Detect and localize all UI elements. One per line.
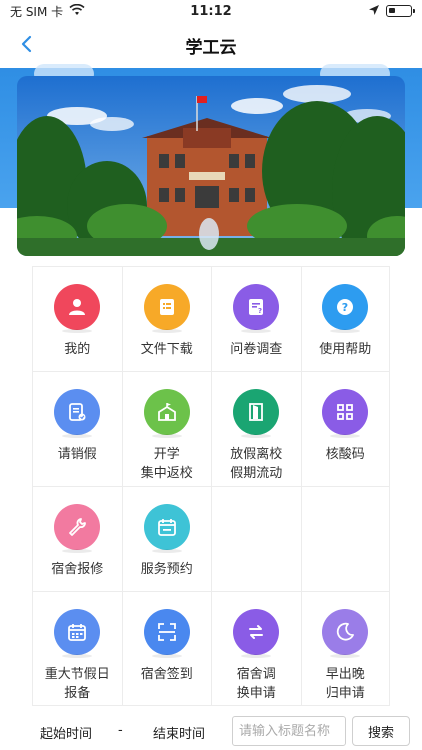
grid-item-label: 文件下载	[140, 342, 193, 357]
grid-item-label: 我的	[64, 342, 91, 357]
grid-item-label: 使用帮助	[319, 342, 372, 357]
grid-item[interactable]: 核酸码	[300, 372, 390, 486]
date-separator: -	[118, 723, 123, 738]
start-time-picker[interactable]: 起始时间	[40, 723, 92, 742]
grid-row: 我的 文件下载? 问卷调查? 使用帮助	[32, 266, 390, 371]
grid-item-label: 宿舍报修	[51, 562, 104, 577]
file-list-icon	[143, 284, 190, 333]
grid-item-label: 宿舍签到	[140, 667, 193, 682]
calendar-report-icon	[54, 609, 101, 658]
grid-item-label: 请销假	[57, 447, 97, 462]
grid-item-label: 问卷调查	[230, 342, 283, 357]
calendar-icon	[143, 504, 190, 553]
grid-row: 请销假 开学 集中返校 放假离校 假期流动 核酸码	[32, 371, 390, 486]
function-grid: 我的 文件下载? 问卷调查? 使用帮助 请销假 开学 集中返校 放假离校 假期流动 核酸码 宿舍…	[32, 266, 390, 706]
grid-item-label: 重大节假日 报备	[44, 667, 110, 701]
grid-row: 宿舍报修 服务预约	[32, 486, 390, 591]
grid-item[interactable]: 宿舍报修	[32, 487, 122, 591]
search-button[interactable]: 搜索	[352, 716, 410, 746]
scan-icon	[143, 609, 190, 658]
carrier-label: 无 SIM 卡	[10, 4, 64, 19]
grid-item-label: 早出晚 归申请	[325, 667, 365, 701]
campus-banner-image	[17, 76, 405, 256]
title-search-input[interactable]	[232, 716, 346, 746]
grid-item[interactable]: ? 问卷调查	[211, 267, 301, 371]
grid-item[interactable]: 请销假	[32, 372, 122, 486]
grid-item[interactable]: 文件下载	[121, 267, 212, 371]
page-title: 学工云	[185, 37, 237, 58]
grid-cell-empty	[300, 487, 390, 591]
leave-form-icon	[54, 389, 101, 438]
exit-door-icon	[233, 389, 280, 438]
grid-row: 重大节假日 报备 宿舍签到 宿舍调 换申请 早出晚 归申请	[32, 591, 390, 706]
svg-text:?: ?	[342, 301, 348, 314]
end-time-picker[interactable]: 结束时间	[153, 723, 205, 742]
school-icon	[143, 389, 190, 438]
battery-icon	[386, 5, 415, 17]
status-bar: 无 SIM 卡 11:12	[0, 0, 422, 22]
back-button[interactable]	[16, 32, 36, 56]
grid-item[interactable]: ? 使用帮助	[300, 267, 390, 371]
help-icon: ?	[322, 284, 369, 333]
status-time: 11:12	[190, 3, 232, 19]
grid-item-label: 开学 集中返校	[140, 447, 193, 481]
wifi-icon	[69, 3, 85, 19]
grid-item[interactable]: 开学 集中返校	[121, 372, 212, 486]
location-arrow-icon	[368, 4, 380, 19]
swap-icon	[233, 609, 280, 658]
grid-cell-empty	[211, 487, 301, 591]
grid-item-label: 宿舍调 换申请	[236, 667, 276, 701]
grid-item[interactable]: 重大节假日 报备	[32, 592, 122, 705]
person-icon	[54, 284, 101, 333]
moon-icon	[322, 609, 369, 658]
filter-bar: 起始时间 - 结束时间 搜索	[0, 710, 422, 750]
chevron-left-icon	[21, 35, 32, 53]
grid-item[interactable]: 早出晚 归申请	[300, 592, 390, 705]
grid-item[interactable]: 服务预约	[121, 487, 212, 591]
wrench-icon	[54, 504, 101, 553]
grid-item-label: 核酸码	[325, 447, 365, 462]
grid-item-label: 服务预约	[140, 562, 193, 577]
grid-item-label: 放假离校 假期流动	[230, 447, 283, 481]
qr-grid-icon	[322, 389, 369, 438]
svg-text:?: ?	[258, 307, 262, 315]
grid-item[interactable]: 我的	[32, 267, 122, 371]
grid-item[interactable]: 宿舍签到	[121, 592, 212, 705]
grid-item[interactable]: 宿舍调 换申请	[211, 592, 301, 705]
nav-bar: 学工云	[0, 22, 422, 68]
survey-icon: ?	[233, 284, 280, 333]
grid-item[interactable]: 放假离校 假期流动	[211, 372, 301, 486]
